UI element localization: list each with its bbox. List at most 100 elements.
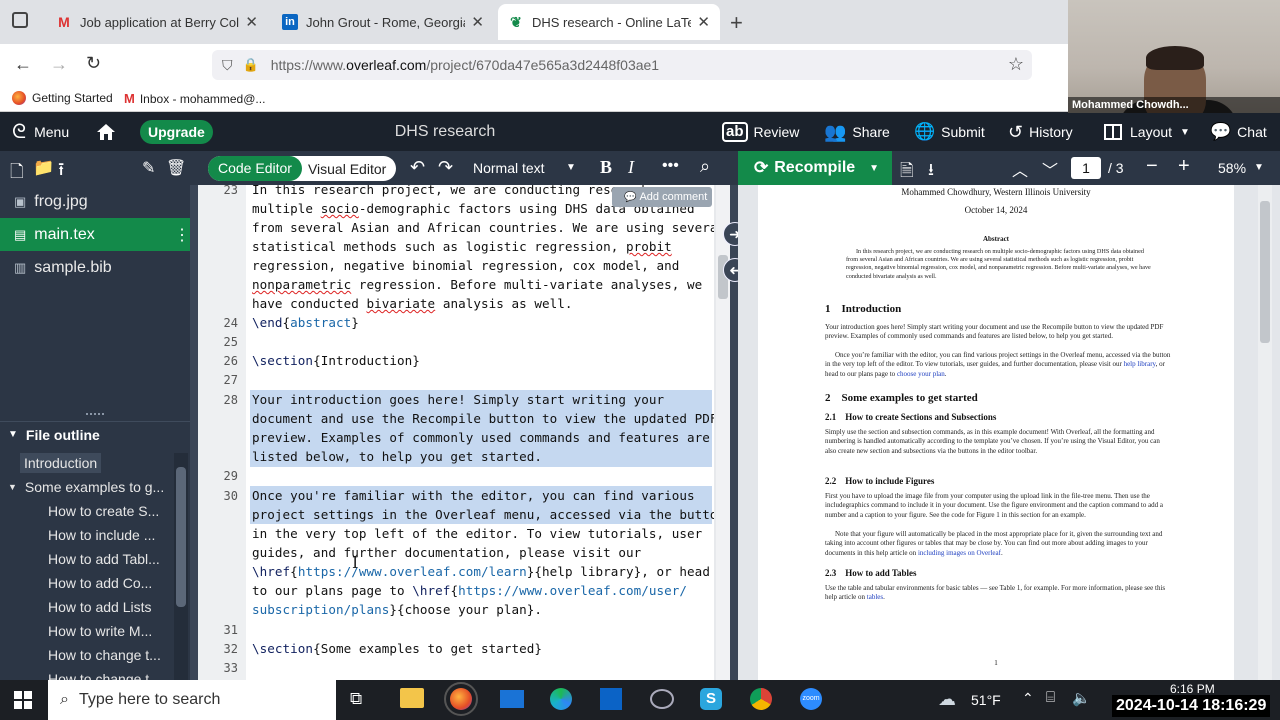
file-item-sample[interactable]: ▥ sample.bib xyxy=(0,251,190,284)
pdf-scrollbar[interactable] xyxy=(1258,185,1272,680)
more-options-icon[interactable]: ••• xyxy=(662,157,679,175)
browser-tab-linkedin[interactable]: in John Grout - Rome, Georgia, Un ✕ xyxy=(272,4,494,40)
outline-item[interactable]: How to change t... xyxy=(0,643,172,667)
rename-pencil-icon[interactable]: ✎ xyxy=(142,158,155,178)
outline-item[interactable]: How to include ... xyxy=(0,523,172,547)
share-button[interactable]: 👥 Share xyxy=(824,113,890,151)
volume-icon[interactable]: 🔈 xyxy=(1072,689,1091,707)
code-line[interactable]: preview. Examples of commonly used comma… xyxy=(252,430,710,445)
firefox-icon[interactable] xyxy=(444,682,478,716)
review-button[interactable]: ab Review xyxy=(722,113,799,151)
zoom-in-icon[interactable]: + xyxy=(1178,155,1190,178)
tab-actions-icon[interactable] xyxy=(12,12,28,28)
menu-button[interactable]: ᘓ Menu xyxy=(12,113,69,151)
code-line[interactable]: nonparametric regression. Before multi-v… xyxy=(252,277,702,292)
new-folder-icon[interactable]: 📁 xyxy=(33,158,54,178)
code-line[interactable]: \section{Some examples to get started} xyxy=(252,641,542,656)
weather-temp[interactable]: 51°F xyxy=(971,692,1001,708)
text-style-dropdown[interactable]: Normal text xyxy=(473,160,545,176)
outline-item[interactable]: How to add Co... xyxy=(0,571,172,595)
chat-button[interactable]: 💬 Chat xyxy=(1210,113,1267,151)
upload-icon[interactable]: ⭱ xyxy=(58,157,64,187)
outline-item[interactable]: How to write M... xyxy=(0,619,172,643)
scrollbar-thumb[interactable] xyxy=(176,467,186,607)
scrollbar-thumb[interactable] xyxy=(1260,201,1270,343)
close-icon[interactable]: ✕ xyxy=(245,13,258,31)
code-line[interactable]: from several Asian and African countries… xyxy=(252,220,716,235)
chevron-down-icon[interactable]: ▼ xyxy=(869,163,879,174)
code-line[interactable]: \section{Introduction} xyxy=(252,353,420,368)
outline-item[interactable]: How to add Tabl... xyxy=(0,547,172,571)
code-line[interactable]: In this research project, we are conduct… xyxy=(252,185,672,197)
edge-icon[interactable] xyxy=(550,688,572,710)
pdf-preview[interactable]: Mohammed Chowdhury, Western Illinois Uni… xyxy=(738,185,1280,680)
file-outline-header[interactable]: ▼ File outline xyxy=(0,421,190,447)
sidebar-splitter[interactable] xyxy=(190,185,198,680)
italic-icon[interactable]: I xyxy=(628,157,634,178)
code-editor-button[interactable]: Code Editor xyxy=(208,156,302,181)
download-pdf-icon[interactable]: ⭳ xyxy=(928,157,934,186)
page-number-input[interactable]: 1 xyxy=(1071,157,1101,179)
code-line[interactable]: statistical methods such as logistic reg… xyxy=(252,239,672,254)
weather-cloud-icon[interactable]: ☁ xyxy=(938,689,956,710)
code-line[interactable]: project settings in the Overleaf menu, a… xyxy=(252,507,716,522)
zoom-icon[interactable]: zoom xyxy=(800,688,822,710)
back-icon[interactable]: ← xyxy=(14,54,32,75)
store-icon[interactable] xyxy=(600,688,622,710)
chevron-up-icon[interactable]: ⌃ xyxy=(1022,690,1034,707)
panel-resize-handle[interactable] xyxy=(86,413,104,417)
chevron-up-icon[interactable]: ︿ xyxy=(1012,157,1028,181)
network-icon[interactable]: ⌸ xyxy=(1046,689,1055,706)
code-line[interactable]: \end{abstract} xyxy=(252,315,359,330)
submit-button[interactable]: 🌐 Submit xyxy=(914,113,985,151)
add-comment-button[interactable]: 💬 Add comment xyxy=(612,187,712,207)
delete-trash-icon[interactable]: 🗑 xyxy=(166,158,186,178)
visual-editor-button[interactable]: Visual Editor xyxy=(302,161,386,177)
pdf-link[interactable]: help library xyxy=(1124,360,1156,368)
windows-start-icon[interactable] xyxy=(14,691,32,709)
task-view-icon[interactable]: ⧉ xyxy=(350,689,362,709)
file-explorer-icon[interactable] xyxy=(400,688,424,708)
browser-tab-gmail[interactable]: M Job application at Berry College ✕ xyxy=(46,4,268,40)
outline-item[interactable]: ▼ Some examples to g... xyxy=(0,475,172,499)
file-menu-icon[interactable]: ⋮ xyxy=(174,225,190,245)
home-button[interactable] xyxy=(96,113,122,151)
code-line[interactable]: in the very top left of the editor. To v… xyxy=(252,526,702,541)
pdf-link[interactable]: choose your plan xyxy=(897,370,945,378)
skype-icon[interactable]: S xyxy=(700,688,722,710)
file-item-frog[interactable]: ▣ frog.jpg xyxy=(0,185,190,218)
code-line[interactable]: listed below, to help you get started. xyxy=(252,449,542,464)
redo-icon[interactable]: ↷ xyxy=(438,157,453,178)
file-item-main[interactable]: ▤ main.tex ⋮ xyxy=(0,218,190,251)
pdf-link[interactable]: tables xyxy=(867,593,883,601)
layout-button[interactable]: Layout ▼ xyxy=(1104,113,1190,151)
bold-icon[interactable]: B xyxy=(600,157,612,178)
zoom-level[interactable]: 58% xyxy=(1218,160,1246,176)
close-icon[interactable]: ✕ xyxy=(697,13,710,31)
search-icon[interactable]: ⌕ xyxy=(700,156,710,177)
code-line[interactable]: Your introduction goes here! Simply star… xyxy=(252,392,664,407)
new-tab-icon[interactable]: + xyxy=(730,10,743,36)
mail-icon[interactable] xyxy=(500,690,524,708)
reload-icon[interactable]: ↻ xyxy=(86,53,101,74)
chrome-icon[interactable] xyxy=(750,688,772,710)
recompile-button[interactable]: ⟳ Recompile ▼ xyxy=(738,151,892,185)
upgrade-button[interactable]: Upgrade xyxy=(140,120,213,144)
zoom-out-icon[interactable]: − xyxy=(1146,155,1158,178)
outline-item[interactable]: How to add Lists xyxy=(0,595,172,619)
close-icon[interactable]: ✕ xyxy=(471,13,484,31)
bookmark-star-icon[interactable]: ☆ xyxy=(1008,54,1024,75)
logs-icon[interactable]: 🗎 xyxy=(900,158,914,187)
code-line[interactable]: regression, negative binomial regression… xyxy=(252,258,679,273)
code-line[interactable]: Once you're familiar with the editor, yo… xyxy=(252,488,695,503)
outline-item[interactable]: Introduction xyxy=(0,451,172,475)
history-button[interactable]: ↺ History xyxy=(1008,113,1073,151)
app-icon[interactable] xyxy=(650,689,674,709)
undo-icon[interactable]: ↶ xyxy=(410,157,425,178)
chevron-down-icon[interactable]: ﹀ xyxy=(1042,157,1058,181)
pdf-link[interactable]: including images on Overleaf xyxy=(918,549,1001,557)
forward-icon[interactable]: → xyxy=(50,54,68,75)
outline-item[interactable]: How to create S... xyxy=(0,499,172,523)
code-line[interactable]: document and use the Recompile button to… xyxy=(252,411,716,426)
code-line[interactable]: to our plans page to \href{https://www.o… xyxy=(252,583,687,598)
